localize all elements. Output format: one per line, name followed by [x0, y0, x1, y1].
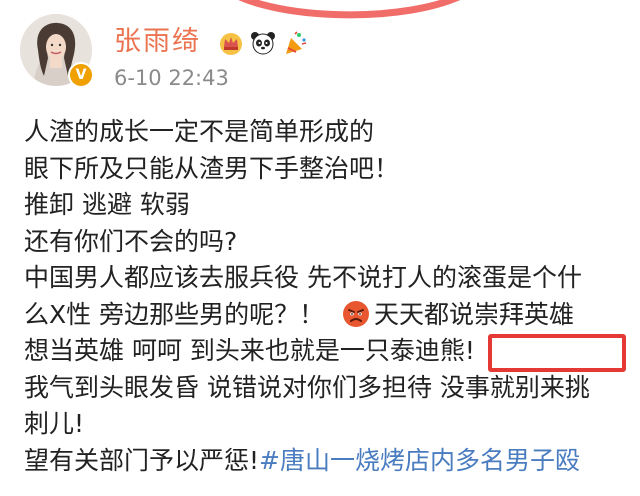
- panda-icon[interactable]: [250, 30, 276, 56]
- post-line-text: 望有关部门予以严惩!: [24, 445, 260, 475]
- post-line: 推卸 逃避 软弱: [24, 190, 190, 219]
- verified-badge-icon: V: [68, 62, 94, 88]
- red-highlight-box: [488, 334, 626, 372]
- crown-icon[interactable]: [218, 30, 244, 56]
- post-line-text: 么X性 旁边那些男的呢？！: [24, 299, 325, 329]
- avatar-container[interactable]: V: [20, 14, 94, 88]
- red-annotation-arc: [238, 0, 461, 19]
- post-line-with-emoji: 么X性 旁边那些男的呢？！ 天天都说崇拜英雄: [24, 297, 628, 334]
- post-line: 眼下所及只能从渣男下手整治吧！: [24, 153, 400, 183]
- post-line: 还有你们不会的吗?: [24, 226, 238, 256]
- post-line-with-hashtag: 望有关部门予以严惩!#唐山一烧烤店内多名男子殴: [24, 443, 628, 480]
- post-line: 中国男人都应该去服兵役 先不说打人的滚蛋是个什: [24, 263, 582, 292]
- user-badges: [218, 28, 308, 58]
- post-line: 刺儿!: [24, 409, 85, 438]
- post-text: 人渣的成长一定不是简单形成的 眼下所及只能从渣男下手整治吧！ 推卸 逃避 软弱 …: [24, 114, 628, 479]
- post-line-text: 天天都说崇拜英雄: [374, 299, 575, 329]
- party-icon[interactable]: [282, 30, 308, 56]
- post-line: 人渣的成长一定不是简单形成的: [24, 117, 375, 146]
- angry-face-icon: [343, 300, 370, 327]
- username[interactable]: 张雨绮: [114, 26, 201, 58]
- hashtag-link[interactable]: #唐山一烧烤店内多名男子殴: [259, 446, 580, 475]
- post-line: 我气到头眼发昏 说错说对你们多担待 没事就别来挑: [24, 372, 590, 402]
- post-timestamp[interactable]: 6-10 22:43: [114, 66, 229, 90]
